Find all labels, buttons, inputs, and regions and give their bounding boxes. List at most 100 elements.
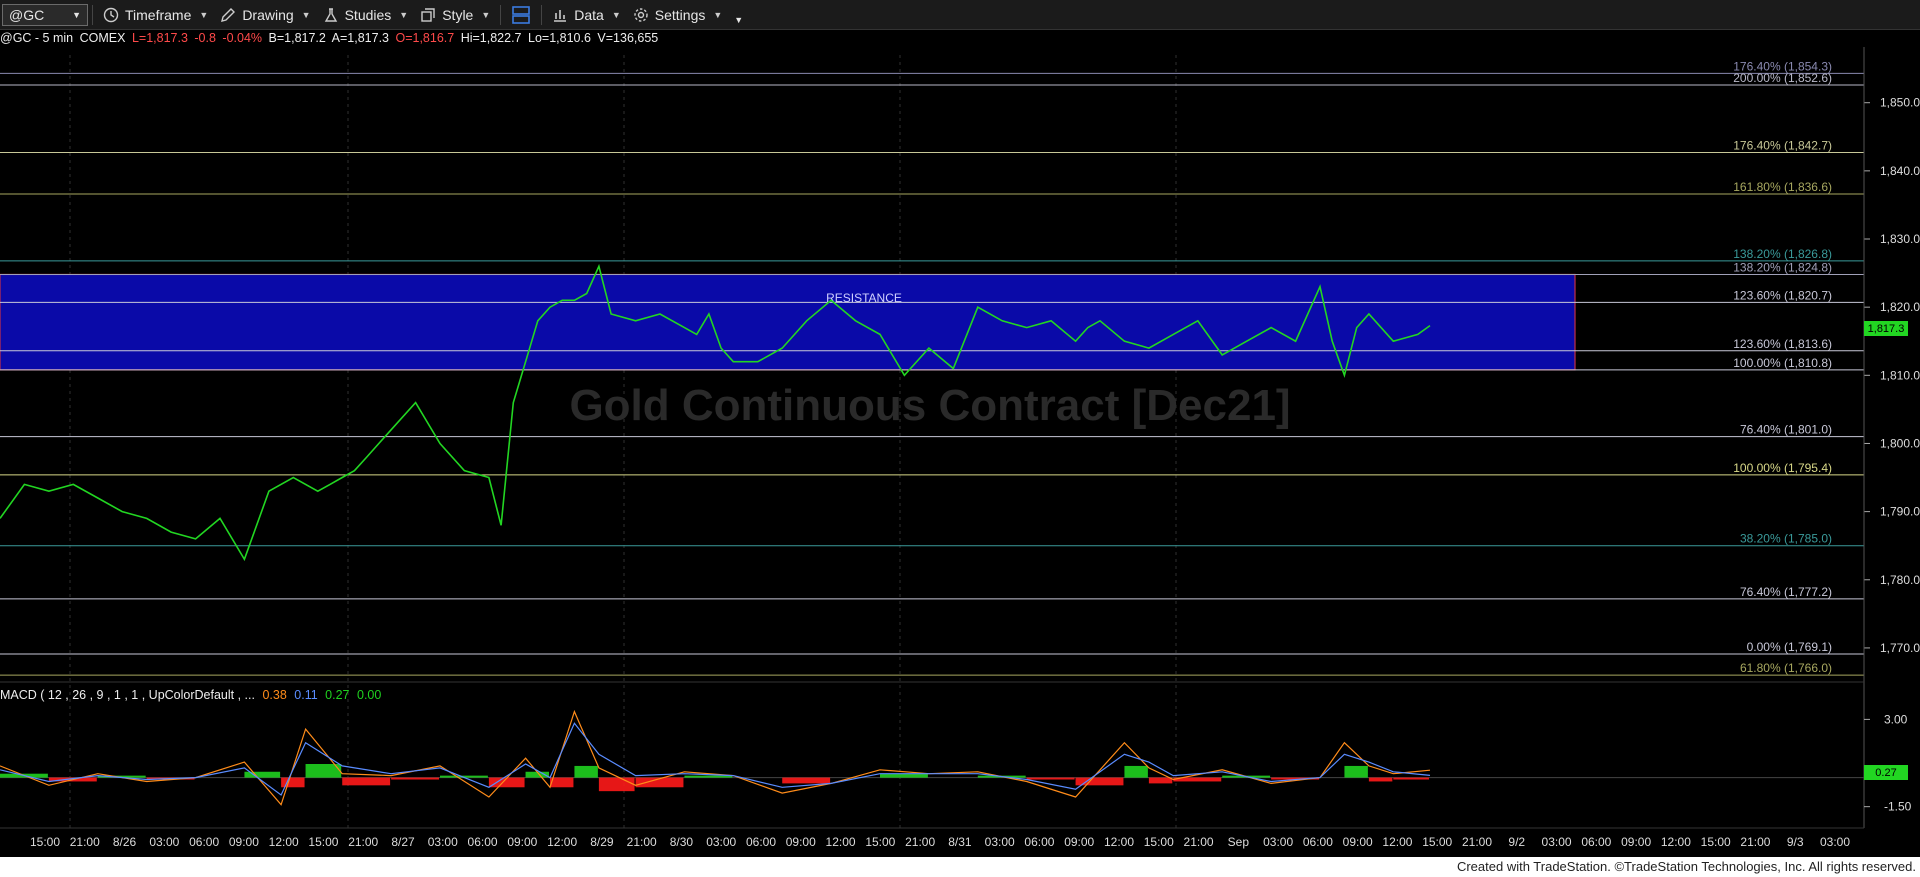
layout-button[interactable] [505, 0, 537, 30]
drawing-menu[interactable]: Drawing ▼ [214, 0, 316, 30]
fib-label: 61.80% (1,766.0) [1740, 661, 1832, 675]
fib-label: 76.40% (1,777.2) [1740, 585, 1832, 599]
data-menu[interactable]: Data ▼ [546, 0, 627, 30]
macd-histogram-bar [1393, 777, 1429, 780]
time-tick-label: 8/30 [670, 835, 694, 849]
time-tick-label: 06:00 [468, 835, 498, 849]
macd-histogram-bar [782, 777, 831, 784]
fib-label: 0.00% (1,769.1) [1747, 640, 1832, 654]
caret-down-icon: ▼ [713, 9, 723, 20]
time-tick-label: 09:00 [786, 835, 816, 849]
bar-chart-icon [554, 9, 567, 22]
current-price-text: 1,817.3 [1868, 323, 1905, 335]
percent-change: -0.04% [222, 31, 263, 45]
chart-watermark: Gold Continuous Contract [Dec21] [569, 381, 1290, 430]
fib-label: 76.40% (1,801.0) [1740, 423, 1832, 437]
low: Lo=1,810.6 [528, 31, 591, 45]
time-tick-label: 06:00 [1024, 835, 1054, 849]
fib-label: 138.20% (1,824.8) [1733, 260, 1832, 274]
time-tick-label: 03:00 [149, 835, 179, 849]
fib-label: 176.40% (1,842.7) [1733, 138, 1832, 152]
timeframe-menu[interactable]: Timeframe ▼ [97, 0, 214, 30]
time-tick-label: 03:00 [1820, 835, 1850, 849]
resistance-rect [0, 273, 1576, 371]
time-tick-label: 03:00 [428, 835, 458, 849]
fib-label: 200.00% (1,852.6) [1733, 71, 1832, 85]
flask-icon [324, 7, 337, 22]
fib-label: 138.20% (1,826.8) [1733, 247, 1832, 261]
time-tick-label: 15:00 [1701, 835, 1731, 849]
fib-label: 100.00% (1,795.4) [1733, 461, 1832, 475]
bid: B=1,817.2 [268, 31, 326, 45]
macd-histogram-bar [1344, 765, 1368, 778]
overflow-menu[interactable]: ▼ [728, 0, 749, 30]
price-tick-label: 1,800.0 [1880, 436, 1920, 450]
time-tick-label: 09:00 [507, 835, 537, 849]
time-tick-label: 12:00 [1661, 835, 1691, 849]
time-tick-label: 06:00 [189, 835, 219, 849]
caret-down-icon: ▼ [611, 9, 621, 20]
high: Hi=1,822.7 [460, 31, 522, 45]
time-tick-label: 15:00 [865, 835, 895, 849]
data-label: Data [574, 6, 604, 23]
studies-label: Studies [344, 6, 392, 23]
macd-histogram-bar [574, 765, 598, 778]
time-tick-label: 8/31 [948, 835, 972, 849]
time-tick-label: 9/2 [1508, 835, 1525, 849]
gear-icon [634, 7, 648, 22]
settings-menu[interactable]: Settings ▼ [627, 0, 729, 30]
open: O=1,816.7 [395, 31, 455, 45]
resistance-zone[interactable] [0, 273, 1576, 371]
style-icon [421, 7, 435, 22]
time-tick-label: 09:00 [1621, 835, 1651, 849]
macd-tick-label: 3.00 [1884, 712, 1908, 726]
caret-down-icon: ▼ [734, 14, 744, 25]
macd-value-badge: 0.27 [1864, 765, 1908, 780]
volume: V=136,655 [597, 31, 659, 45]
price-axis[interactable]: 1,770.0 1,780.0 1,790.0 1,800.0 1,810.0 1,820… [1863, 47, 1920, 828]
price-chart[interactable]: Gold Continuous Contract [Dec21] RESISTA… [0, 47, 1920, 857]
macd-tick-label: -1.50 [1884, 800, 1912, 814]
time-tick-label: 21:00 [1462, 835, 1492, 849]
time-tick-label: 12:00 [547, 835, 577, 849]
resistance-label: RESISTANCE [826, 291, 902, 305]
time-tick-label: 12:00 [269, 835, 299, 849]
toolbar-divider [500, 4, 502, 25]
ask: A=1,817.3 [331, 31, 389, 45]
macd-histogram-bar [244, 771, 281, 778]
symbol-text: @GC [9, 6, 45, 23]
net-change: -0.8 [194, 31, 216, 45]
symbol-selector[interactable]: @GC ▼ [2, 3, 88, 26]
time-tick-label: 15:00 [1144, 835, 1174, 849]
macd-legend: MACD ( 12 , 26 , 9 , 1 , 1 , UpColorDefa… [0, 688, 381, 702]
style-label: Style [442, 6, 474, 23]
caret-down-icon: ▼ [199, 9, 209, 20]
macd-histogram-bar [1148, 777, 1173, 784]
fib-label: 123.60% (1,813.6) [1733, 337, 1832, 351]
price-tick-label: 1,790.0 [1880, 505, 1920, 519]
time-axis[interactable]: 15:00 21:00 8/26 03:00 06:00 09:00 12:00 15:00 2… [30, 835, 1850, 849]
time-tick-label: 09:00 [229, 835, 259, 849]
toolbar-divider [541, 4, 543, 25]
signal-line [0, 722, 1431, 796]
price-tick-label: 1,820.0 [1880, 300, 1920, 314]
exchange: COMEX [79, 31, 126, 45]
time-tick-label: 12:00 [826, 835, 856, 849]
time-tick-label: Sep [1228, 835, 1250, 849]
fib-label: 38.20% (1,785.0) [1740, 532, 1832, 546]
macd-histogram-bar [342, 777, 391, 786]
style-menu[interactable]: Style ▼ [414, 0, 496, 30]
price-tick-label: 1,830.0 [1880, 232, 1920, 246]
macd-histogram-bar [281, 777, 305, 788]
last-price: L=1,817.3 [131, 31, 188, 45]
macd-histogram-bar [684, 775, 733, 778]
time-tick-label: 06:00 [1581, 835, 1611, 849]
time-tick-label: 21:00 [1740, 835, 1770, 849]
caret-down-icon: ▼ [481, 9, 491, 20]
fib-label: 123.60% (1,820.7) [1733, 288, 1832, 302]
time-tick-label: 8/29 [590, 835, 614, 849]
studies-menu[interactable]: Studies ▼ [317, 0, 415, 30]
layout-icon [512, 5, 531, 24]
macd-badge-text: 0.27 [1875, 767, 1896, 779]
time-tick-label: 03:00 [1263, 835, 1293, 849]
